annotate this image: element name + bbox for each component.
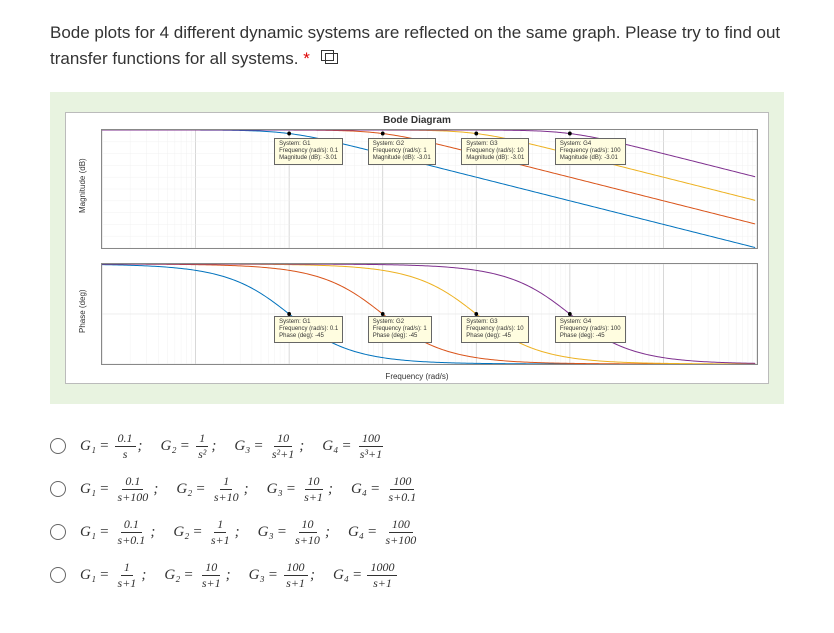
- required-marker: *: [303, 49, 310, 68]
- mag-tooltip: System: G4Frequency (rad/s): 100Magnitud…: [555, 138, 626, 166]
- phase-tooltip: System: G4Frequency (rad/s): 100Phase (d…: [555, 316, 626, 344]
- phase-tooltip: System: G2Frequency (rad/s): 1Phase (deg…: [368, 316, 432, 344]
- option-1[interactable]: G₁ = 0.1s;G₂ = 1s²;G₃ = 10s²+1;G₄ = 100s…: [50, 431, 784, 462]
- ylabel-phase: Phase (deg): [78, 289, 87, 333]
- ylabel-magnitude: Magnitude (dB): [78, 158, 87, 213]
- image-icon[interactable]: [321, 46, 339, 72]
- phase-tooltip: System: G3Frequency (rad/s): 10Phase (de…: [461, 316, 528, 344]
- phase-tooltip: System: G1Frequency (rad/s): 0.1Phase (d…: [274, 316, 343, 344]
- option-4[interactable]: G₁ = 1s+1;G₂ = 10s+1;G₃ = 100s+1;G₄ = 10…: [50, 560, 784, 591]
- option-formula: G₁ = 0.1s+100;G₂ = 1s+10;G₃ = 10s+1;G₄ =…: [80, 474, 429, 505]
- question-block: Bode plots for 4 different dynamic syste…: [0, 0, 834, 82]
- radio-button[interactable]: [50, 567, 66, 583]
- xlabel: Frequency (rad/s): [385, 372, 448, 381]
- option-2[interactable]: G₁ = 0.1s+100;G₂ = 1s+10;G₃ = 10s+1;G₄ =…: [50, 474, 784, 505]
- chart-panel: Bode Diagram Magnitude (dB) Phase (deg) …: [50, 92, 784, 404]
- question-text: Bode plots for 4 different dynamic syste…: [50, 20, 784, 72]
- radio-button[interactable]: [50, 438, 66, 454]
- chart-title: Bode Diagram: [66, 113, 768, 128]
- mag-tooltip: System: G2Frequency (rad/s): 1Magnitude …: [368, 138, 436, 166]
- mag-tooltip: System: G1Frequency (rad/s): 0.1Magnitud…: [274, 138, 343, 166]
- answer-options: G₁ = 0.1s;G₂ = 1s²;G₃ = 10s²+1;G₄ = 100s…: [0, 404, 834, 633]
- phase-plot: System: G1Frequency (rad/s): 0.1Phase (d…: [101, 263, 758, 365]
- radio-button[interactable]: [50, 481, 66, 497]
- radio-button[interactable]: [50, 524, 66, 540]
- option-3[interactable]: G₁ = 0.1s+0.1;G₂ = 1s+1;G₃ = 10s+10;G₄ =…: [50, 517, 784, 548]
- mag-tooltip: System: G3Frequency (rad/s): 10Magnitude…: [461, 138, 529, 166]
- option-formula: G₁ = 0.1s;G₂ = 1s²;G₃ = 10s²+1;G₄ = 100s…: [80, 431, 395, 462]
- question-body: Bode plots for 4 different dynamic syste…: [50, 23, 780, 68]
- magnitude-plot: System: G1Frequency (rad/s): 0.1Magnitud…: [101, 129, 758, 249]
- option-formula: G₁ = 1s+1;G₂ = 10s+1;G₃ = 100s+1;G₄ = 10…: [80, 560, 407, 591]
- option-formula: G₁ = 0.1s+0.1;G₂ = 1s+1;G₃ = 10s+10;G₄ =…: [80, 517, 429, 548]
- bode-chart[interactable]: Bode Diagram Magnitude (dB) Phase (deg) …: [65, 112, 769, 384]
